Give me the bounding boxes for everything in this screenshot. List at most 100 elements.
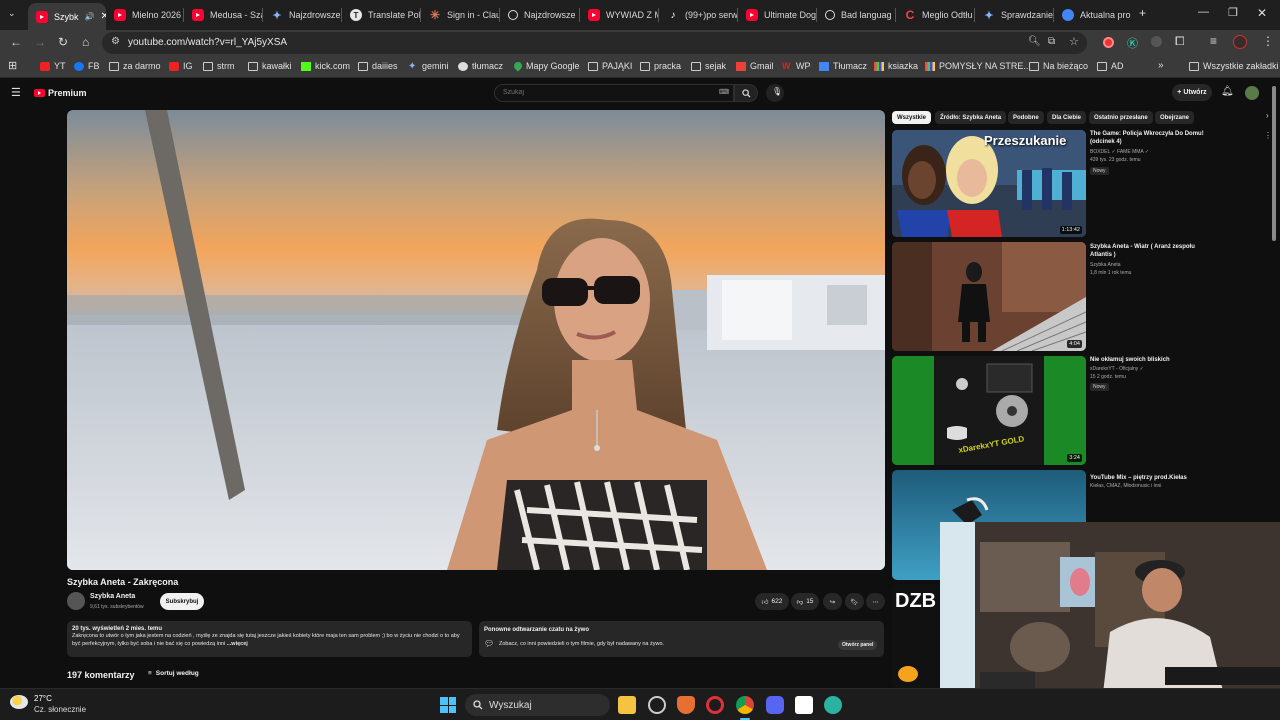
chip-watched[interactable]: Obejrzane <box>1155 111 1195 124</box>
minimize-icon[interactable]: — <box>1198 6 1209 18</box>
bookmark[interactable]: pracka <box>640 61 681 71</box>
site-info-icon[interactable]: ⚙ <box>111 36 120 47</box>
bookmark-star-icon[interactable]: ☆ <box>1069 35 1079 48</box>
file-explorer-icon[interactable] <box>618 696 636 714</box>
tab[interactable]: Medusa - Sza <box>184 3 262 27</box>
bookmark[interactable]: kawałki <box>248 61 292 71</box>
steelseries-icon[interactable] <box>648 696 666 714</box>
recommendation-thumbnail[interactable]: xDarekxYT GOLD 3:24 <box>892 356 1086 465</box>
channel-name[interactable]: Szybka Aneta <box>90 593 135 600</box>
more-options-icon[interactable]: ⋮ <box>1264 131 1272 140</box>
tab[interactable]: Najzdrowsze <box>500 3 579 27</box>
bookmark[interactable]: Gmail <box>736 61 774 71</box>
bookmark[interactable]: PAJĄKI <box>588 61 632 71</box>
all-bookmarks[interactable]: Wszystkie zakładki <box>1189 61 1279 71</box>
weather-description[interactable]: Cz. słonecznie <box>34 705 86 714</box>
recommendation-title[interactable]: Nie okłamuj swoich bliskich <box>1090 356 1210 364</box>
like-button[interactable]: 👍︎ 622 <box>755 593 789 610</box>
recommendation-channel[interactable]: BOXDEL ✓ FAME MMA ✓ <box>1090 149 1210 156</box>
tab[interactable]: Aktualna pro <box>1054 3 1132 27</box>
tab-search-chevron-icon[interactable]: ⌄ <box>8 8 16 19</box>
menu-kebab-icon[interactable]: ⋮ <box>1262 34 1274 48</box>
voice-search-button[interactable]: 🎙︎ <box>766 84 784 102</box>
youtube-premium-logo[interactable]: Premium <box>34 88 87 98</box>
home-icon[interactable]: ⌂ <box>82 35 89 49</box>
bookmark[interactable]: AD <box>1097 61 1124 71</box>
bookmark[interactable]: sejak <box>691 61 726 71</box>
bookmark[interactable]: W WP <box>782 61 811 71</box>
create-button[interactable]: + Utwórz <box>1172 84 1212 101</box>
opera-icon[interactable] <box>706 696 724 714</box>
bookmark[interactable]: IG <box>169 61 193 71</box>
bookmark[interactable]: Tłumacz <box>819 61 867 71</box>
restore-icon[interactable]: ❐ <box>1228 6 1238 19</box>
apps-grid-icon[interactable]: ⊞ <box>8 59 17 72</box>
tab[interactable]: Ultimate Dog <box>738 3 816 27</box>
brave-icon[interactable] <box>677 696 695 714</box>
bookmark[interactable]: ksiazka <box>874 61 918 71</box>
recommendation-thumbnail[interactable]: Przeszukanie 1:13:42 <box>892 130 1086 237</box>
chip-source[interactable]: Źródło: Szybka Aneta <box>935 111 1007 124</box>
bookmark[interactable]: Mapy Google <box>512 60 580 72</box>
tab[interactable]: ✦ Najzdrowsze <box>263 3 341 27</box>
channel-avatar[interactable] <box>67 592 85 610</box>
open-panel-button[interactable]: Otwórz panel <box>838 640 878 650</box>
notifications-bell-icon[interactable]: 🔔︎ <box>1221 86 1234 97</box>
search-box[interactable]: ⌨ <box>494 84 734 102</box>
sort-comments-button[interactable]: ≡ Sortuj według <box>148 670 199 677</box>
recommendation-channel[interactable]: xDarekxYT - Oficjalny ✓ <box>1090 366 1210 373</box>
extension-icon[interactable] <box>1151 36 1162 47</box>
reload-icon[interactable]: ↻ <box>58 35 68 49</box>
profile-avatar-icon[interactable] <box>1233 35 1247 49</box>
subscribe-button[interactable]: Subskrybuj <box>160 593 204 610</box>
recommendation-title[interactable]: YouTube Mix – piętrzy prod.Kiełas <box>1090 474 1210 482</box>
bookmark[interactable]: daiiies <box>358 61 398 71</box>
dislike-button[interactable]: 👎︎ 15 <box>791 593 819 610</box>
tab[interactable]: Mielno 2026 <box>106 3 182 27</box>
media-control-icon[interactable]: ≡ <box>1210 34 1217 48</box>
bookmark[interactable]: kick.com <box>301 61 350 71</box>
close-window-icon[interactable]: ✕ <box>1257 6 1267 20</box>
tab[interactable]: ♪ (99+)po serw <box>659 3 738 27</box>
install-app-icon[interactable]: ⧉ <box>1048 36 1055 47</box>
bookmark[interactable]: YT <box>40 61 66 71</box>
forward-icon[interactable]: → <box>34 35 46 49</box>
weather-temperature[interactable]: 27°C <box>34 694 52 703</box>
chip-for-you[interactable]: Dla Ciebie <box>1047 111 1087 124</box>
zoom-icon[interactable]: 🔍︎ <box>1028 36 1041 47</box>
bookmark[interactable]: ✦ gemini <box>408 61 449 71</box>
new-tab-icon[interactable]: + <box>1139 6 1146 20</box>
chip-similar[interactable]: Podobne <box>1008 111 1044 124</box>
extension-icon[interactable]: Ⓚ <box>1127 35 1138 51</box>
description-box[interactable]: 20 tys. wyświetleń 2 mies. temu Zakręcon… <box>67 621 472 657</box>
tab[interactable]: Bad languag <box>817 3 895 27</box>
weather-icon[interactable] <box>10 695 28 709</box>
scrollbar[interactable] <box>1272 86 1276 241</box>
more-bookmarks-icon[interactable]: » <box>1158 60 1164 71</box>
search-input[interactable] <box>503 89 703 96</box>
more-link[interactable]: ...więcej <box>227 641 248 647</box>
extensions-puzzle-icon[interactable]: ⧠ <box>1175 34 1185 49</box>
address-bar[interactable]: ⚙ youtube.com/watch?v=rl_YAj5yXSA 🔍︎ ⧉ ☆ <box>102 32 1087 54</box>
recommendation-thumbnail[interactable]: 4:04 <box>892 242 1086 351</box>
recommendation-channel[interactable]: Szybka Aneta <box>1090 262 1210 269</box>
tab[interactable]: ✦ Sprawdzanie <box>975 3 1053 27</box>
tab[interactable]: T Translate Poli <box>342 3 420 27</box>
tab[interactable]: WYWIAD Z M <box>580 3 658 27</box>
recommendation-title[interactable]: The Game: Policja Wkroczyła Do Domu! (od… <box>1090 130 1210 146</box>
tab[interactable]: ✳ Sign in - Clau <box>421 3 499 27</box>
bookmark[interactable]: FB <box>74 61 100 71</box>
bookmark[interactable]: strm <box>203 61 235 71</box>
discord-icon[interactable] <box>766 696 784 714</box>
video-player[interactable] <box>67 110 885 570</box>
share-button[interactable]: ↪ <box>823 593 842 610</box>
bookmark[interactable]: Na bieżąco <box>1029 61 1088 71</box>
more-actions-button[interactable]: ⋯ <box>866 593 885 610</box>
url-text[interactable]: youtube.com/watch?v=rl_YAj5yXSA <box>128 37 287 48</box>
keyboard-icon[interactable]: ⌨ <box>719 88 729 96</box>
hamburger-menu-icon[interactable]: ☰ <box>11 86 21 99</box>
tab-active[interactable]: Szybk 🔊 ✕ <box>28 3 106 30</box>
globe-icon[interactable] <box>824 696 842 714</box>
chips-next-icon[interactable]: › <box>1266 111 1269 120</box>
search-button[interactable] <box>734 84 758 102</box>
